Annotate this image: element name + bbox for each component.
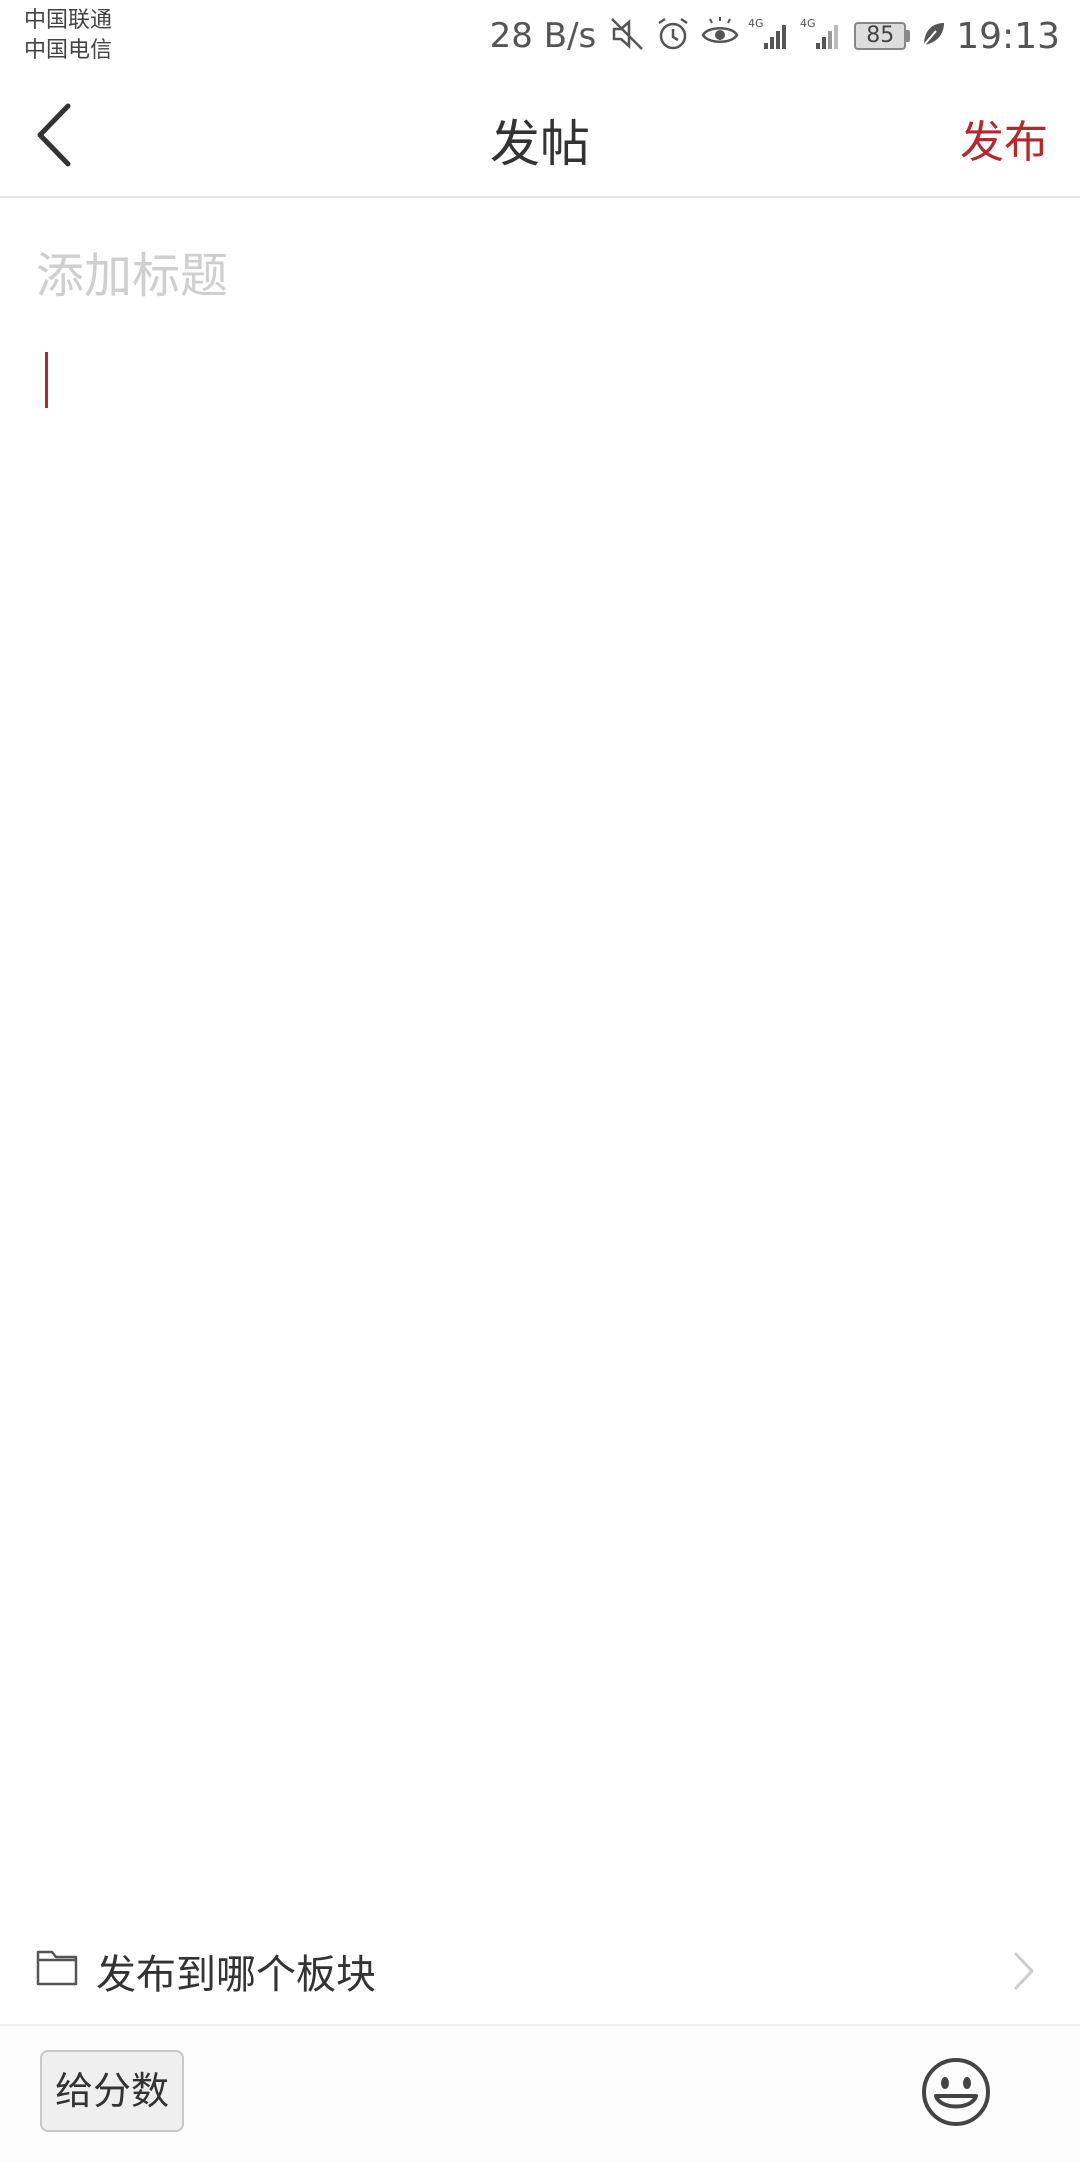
board-selector-label: 发布到哪个板块	[96, 1952, 376, 1998]
emoji-button[interactable]	[920, 2056, 992, 2132]
board-selector[interactable]: 发布到哪个板块	[0, 1918, 1080, 2022]
bottom-toolbar: 给分数	[0, 2024, 1080, 2162]
network-speed: 28 B/s	[489, 16, 597, 56]
battery-icon: 85	[854, 22, 911, 50]
folder-icon	[36, 1950, 78, 1986]
nav-bar: 发帖 发布	[0, 72, 1080, 198]
clock: 19:13	[956, 15, 1060, 57]
give-score-button[interactable]: 给分数	[40, 2050, 184, 2132]
signal-4g-icon: 4G	[800, 15, 844, 57]
signal-4g-icon: 4G	[748, 15, 792, 57]
publish-button[interactable]: 发布	[960, 106, 1048, 170]
content-editor[interactable]	[36, 340, 1044, 1840]
status-bar: 中国联通 中国电信 28 B/s 4G 4G 85 19:13	[0, 0, 1080, 72]
status-indicators: 28 B/s 4G 4G 85 19:13	[490, 14, 1060, 58]
battery-level: 85	[854, 22, 907, 50]
title-input[interactable]	[36, 244, 1036, 308]
text-cursor	[45, 352, 48, 408]
page-title: 发帖	[490, 115, 590, 173]
emoji-icon	[922, 2058, 990, 2126]
eye-icon	[700, 15, 740, 57]
mute-icon	[608, 15, 646, 57]
alarm-icon	[654, 15, 692, 57]
svg-text:4G: 4G	[748, 17, 764, 30]
chevron-right-icon	[1014, 1952, 1034, 1990]
leaf-icon	[920, 19, 946, 53]
carrier-primary: 中国联通	[24, 8, 113, 33]
carrier-secondary: 中国电信	[24, 38, 113, 63]
svg-text:4G: 4G	[800, 17, 816, 30]
